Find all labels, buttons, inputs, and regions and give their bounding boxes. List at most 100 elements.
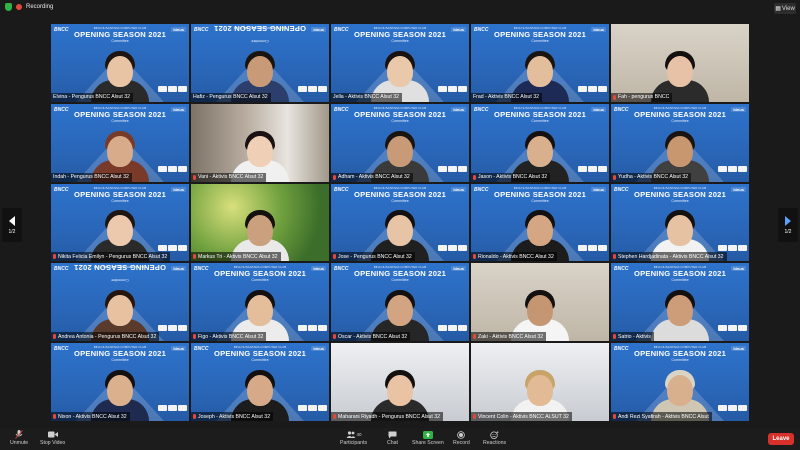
- gallery-grid: BNCC binus BINA NUSANTARA COMPUTER CLUB …: [51, 24, 749, 421]
- view-label: View: [781, 5, 795, 12]
- badge-icon: [178, 165, 187, 172]
- participant-name: Jella - Aktivis BNCC Alsut 32: [333, 94, 400, 101]
- muted-mic-icon: [193, 414, 196, 419]
- participants-label: Participants: [340, 440, 368, 446]
- next-page-button[interactable]: 1/2: [778, 208, 798, 242]
- participant-tile[interactable]: BNCC binus BINA NUSANTARA COMPUTER CLUB …: [471, 24, 609, 102]
- participant-nameplate: Nixon - Aktivis BNCC Alsut 32: [51, 412, 130, 421]
- banner-badges: [158, 245, 187, 252]
- record-label: Record: [453, 440, 470, 446]
- participant-tile[interactable]: Maharani Riyadh - Pengurus BNCC Alsut 32: [331, 343, 469, 421]
- participant-tile[interactable]: BNCC binus BINA NUSANTARA COMPUTER CLUB …: [51, 24, 189, 102]
- participant-tile[interactable]: BNCC binus BINA NUSANTARA COMPUTER CLUB …: [191, 343, 329, 421]
- participant-nameplate: Vincent Colin - Aktivis BNCC ALSUT 32: [471, 412, 572, 421]
- participant-tile[interactable]: BNCC binus BINA NUSANTARA COMPUTER CLUB …: [51, 343, 189, 421]
- participant-nameplate: Hafiz - Pengurus BNCC Alsut 32: [191, 92, 271, 102]
- badge-icon: [178, 245, 187, 252]
- badge-icon: [308, 325, 317, 332]
- banner-badges: [578, 165, 607, 172]
- banner-badges: [578, 245, 607, 252]
- participant-tile[interactable]: BNCC binus BINA NUSANTARA COMPUTER CLUB …: [51, 183, 189, 262]
- participant-name: Hafiz - Pengurus BNCC Alsut 32: [193, 94, 268, 101]
- muted-mic-icon: [613, 254, 616, 260]
- participant-face: [387, 295, 413, 327]
- participant-nameplate: Satrio - Aktivis: [611, 332, 654, 342]
- badge-icon: [448, 85, 457, 92]
- participant-tile[interactable]: BNCC binus BINA NUSANTARA COMPUTER CLUB …: [51, 263, 189, 342]
- participant-tile[interactable]: BNCC binus BINA NUSANTARA COMPUTER CLUB …: [331, 24, 469, 102]
- badge-icon: [718, 245, 727, 252]
- chat-bubble-icon: [387, 430, 397, 439]
- badge-icon: [178, 85, 187, 92]
- badge-icon: [578, 165, 587, 172]
- participant-tile[interactable]: Vincent Colin - Aktivis BNCC ALSUT 32: [471, 343, 609, 421]
- participant-tile[interactable]: Zaki - Aktivis BNCC Alsut 32: [471, 263, 609, 342]
- participant-nameplate: Rionaldo - Aktivis BNCC Alsut 32: [471, 252, 557, 262]
- participant-name: Rionaldo - Aktivis BNCC Alsut 32: [478, 253, 554, 260]
- banner-title: OPENING SEASON 2021: [493, 30, 586, 39]
- participant-face: [387, 375, 413, 406]
- participant-tile[interactable]: BNCC binus BINA NUSANTARA COMPUTER CLUB …: [331, 103, 469, 182]
- participant-tile[interactable]: Fah - pengurus BNCC: [611, 24, 749, 102]
- badge-icon: [298, 325, 307, 332]
- participant-nameplate: Jose - Pengurus BNCC Alsut 32: [331, 252, 415, 262]
- record-icon: [456, 430, 466, 439]
- banner-title: OPENING SEASON 2021: [73, 189, 166, 199]
- meeting-toolbar: Unmute Stop Video 40 Participants Chat S…: [0, 428, 800, 450]
- share-screen-button[interactable]: Share Screen: [412, 430, 444, 446]
- muted-mic-icon: [53, 254, 56, 260]
- banner-title: OPENING SEASON 2021: [353, 109, 446, 119]
- badge-icon: [298, 85, 307, 92]
- muted-mic-icon: [613, 174, 616, 180]
- badge-icon: [728, 245, 737, 252]
- participant-name: Maharani Riyadh - Pengurus BNCC Alsut 32: [338, 413, 441, 420]
- participant-tile[interactable]: BNCC binus BINA NUSANTARA COMPUTER CLUB …: [611, 103, 749, 182]
- badge-icon: [158, 165, 167, 172]
- participant-nameplate: Markus Tri - Aktivis BNCC Alsut 32: [191, 252, 281, 262]
- muted-mic-icon: [613, 94, 616, 100]
- badge-icon: [718, 405, 727, 411]
- participant-tile[interactable]: BNCC binus BINA NUSANTARA COMPUTER CLUB …: [331, 183, 469, 262]
- chat-label: Chat: [387, 440, 398, 446]
- recording-indicator[interactable]: Recording: [5, 3, 53, 11]
- stop-video-button[interactable]: Stop Video: [40, 430, 65, 446]
- banner-title: OPENING SEASON 2021: [633, 349, 726, 359]
- participant-tile[interactable]: BNCC binus BINA NUSANTARA COMPUTER CLUB …: [471, 183, 609, 262]
- participant-tile[interactable]: Markus Tri - Aktivis BNCC Alsut 32: [191, 183, 329, 262]
- badge-icon: [448, 165, 457, 172]
- participant-tile[interactable]: BNCC binus BINA NUSANTARA COMPUTER CLUB …: [471, 103, 609, 182]
- chat-button[interactable]: Chat: [387, 430, 398, 446]
- participant-tile[interactable]: BNCC binus BINA NUSANTARA COMPUTER CLUB …: [51, 103, 189, 182]
- badge-icon: [158, 85, 167, 92]
- banner-badges: [438, 85, 467, 92]
- participant-tile[interactable]: BNCC binus BINA NUSANTARA COMPUTER CLUB …: [331, 263, 469, 342]
- participant-nameplate: Figo - Aktivis BNCC Alsut 32: [191, 332, 267, 342]
- view-button[interactable]: ▦ View: [774, 3, 796, 14]
- participant-nameplate: Jella - Aktivis BNCC Alsut 32: [331, 92, 403, 102]
- muted-mic-icon: [333, 334, 336, 340]
- participant-tile[interactable]: BNCC binus BINA NUSANTARA COMPUTER CLUB …: [611, 343, 749, 421]
- banner-title: OPENING SEASON 2021: [74, 263, 167, 273]
- previous-page-button[interactable]: 1/2: [2, 208, 22, 242]
- participant-name: Satrio - Aktivis: [618, 333, 651, 340]
- participants-button[interactable]: 40 Participants: [340, 430, 367, 446]
- record-button[interactable]: Record: [453, 430, 470, 446]
- leave-button[interactable]: Leave: [768, 433, 794, 445]
- participant-tile[interactable]: BNCC binus BINA NUSANTARA COMPUTER CLUB …: [611, 183, 749, 262]
- participant-tile[interactable]: BNCC binus BINA NUSANTARA COMPUTER CLUB …: [191, 24, 329, 102]
- participant-tile[interactable]: Vani - Aktivis BNCC Alsut 32: [191, 103, 329, 182]
- badge-icon: [598, 245, 607, 252]
- participant-nameplate: Andi Rezi Syafirah - Aktivis BNCC Alsut: [611, 412, 712, 421]
- unmute-button[interactable]: Unmute: [10, 430, 28, 446]
- participant-name: Joseph - Aktivis BNCC Alsut 32: [198, 413, 271, 420]
- participant-nameplate: Frad - Aktivis BNCC Alsut 32: [471, 92, 543, 102]
- participant-tile[interactable]: BNCC binus BINA NUSANTARA COMPUTER CLUB …: [611, 263, 749, 342]
- reactions-button[interactable]: Reactions: [483, 430, 506, 446]
- participant-name: Nixon - Aktivis BNCC Alsut 32: [58, 413, 127, 420]
- participant-nameplate: Nikita Felicia Emilyn - Pengurus BNCC Al…: [51, 252, 171, 262]
- participant-tile[interactable]: BNCC binus BINA NUSANTARA COMPUTER CLUB …: [191, 263, 329, 342]
- badge-icon: [738, 245, 747, 252]
- shield-icon: [5, 3, 12, 11]
- muted-mic-icon: [473, 174, 476, 180]
- participant-face: [527, 375, 553, 406]
